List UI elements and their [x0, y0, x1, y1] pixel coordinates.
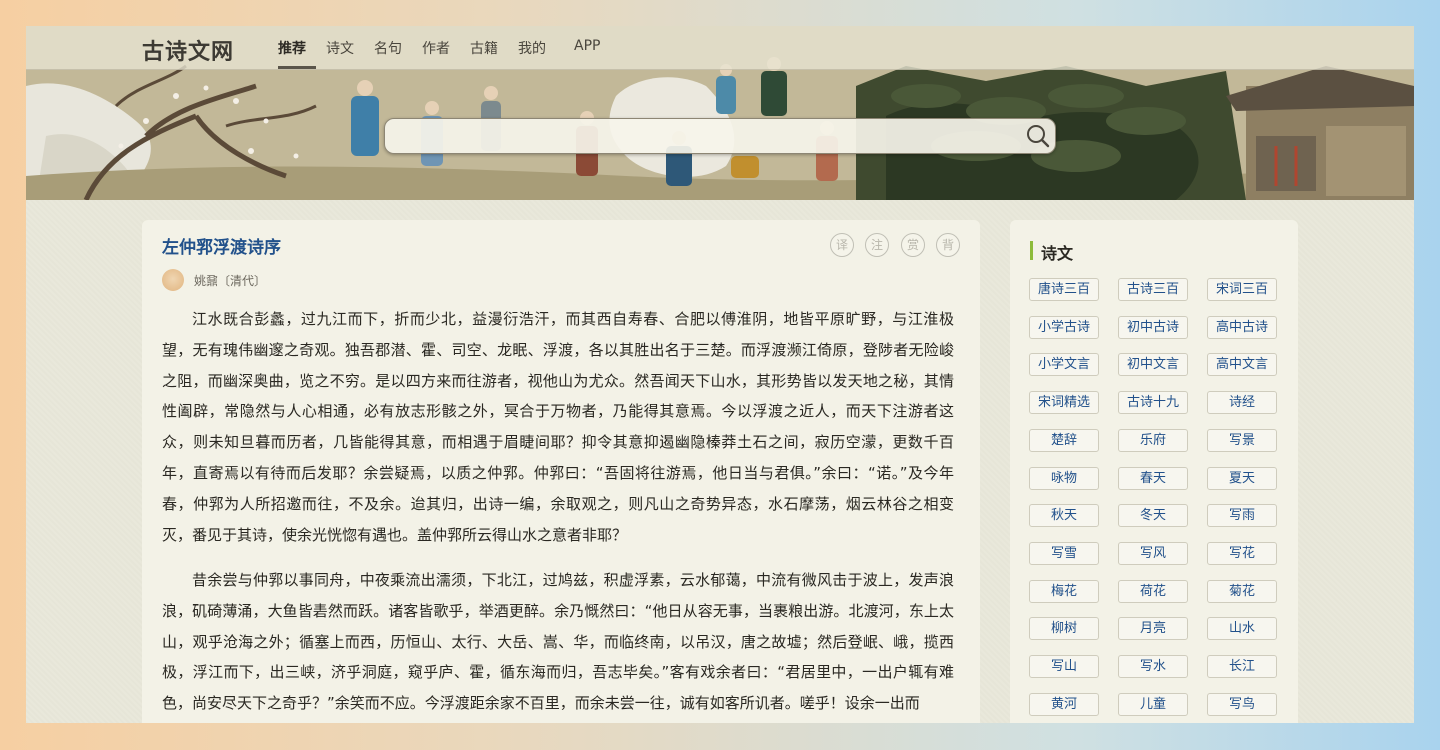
translate-button[interactable]: 译 — [830, 233, 854, 257]
category-tag[interactable]: 儿童 — [1118, 692, 1188, 716]
category-tag[interactable]: 小学文言 — [1029, 353, 1099, 377]
poem-paragraph: 昔余尝与仲郛以事同舟，中夜乘流出濡须，下北江，过鸠兹，积虚浮素，云水郁蔼，中流有… — [162, 571, 954, 713]
category-tag[interactable]: 古诗三百 — [1118, 278, 1188, 301]
category-tag[interactable]: 夏天 — [1207, 466, 1277, 490]
category-tag[interactable]: 黄河 — [1029, 692, 1099, 716]
poem-card: 左仲郛浮渡诗序 译 注 赏 背 姚鼐〔清代〕 江水既合彭蠡，过九江而下，折而少北… — [142, 220, 980, 723]
category-tag[interactable]: 写景 — [1207, 428, 1277, 452]
browser-viewport: 古诗文网 推荐 诗文 名句 作者 古籍 我的 APP 左仲郛浮渡诗序 译 注 赏… — [26, 26, 1414, 723]
category-tag[interactable]: 长江 — [1207, 655, 1277, 678]
category-tag[interactable]: 春天 — [1118, 466, 1188, 490]
nav-item-poems[interactable]: 诗文 — [326, 38, 354, 58]
header-banner: 古诗文网 推荐 诗文 名句 作者 古籍 我的 APP — [26, 26, 1414, 200]
category-tag[interactable]: 写风 — [1118, 541, 1188, 565]
nav-item-ancient-books[interactable]: 古籍 — [470, 38, 498, 58]
search-bar[interactable] — [384, 118, 1056, 154]
category-tag[interactable]: 初中古诗 — [1118, 315, 1188, 339]
recite-button[interactable]: 背 — [936, 233, 960, 257]
category-tag[interactable]: 高中古诗 — [1207, 315, 1277, 339]
author-dynasty[interactable]: 姚鼐〔清代〕 — [194, 272, 266, 289]
nav-item-mine[interactable]: 我的 — [518, 38, 546, 58]
section-title: 诗文 — [1041, 244, 1074, 263]
category-tag[interactable]: 写花 — [1207, 541, 1277, 565]
category-tag[interactable]: 月亮 — [1118, 617, 1188, 641]
category-tag[interactable]: 咏物 — [1029, 466, 1099, 490]
category-tag[interactable]: 唐诗三百 — [1029, 278, 1099, 301]
top-navigation-bar: 古诗文网 推荐 诗文 名句 作者 古籍 我的 APP — [26, 26, 1414, 70]
category-tag[interactable]: 冬天 — [1118, 504, 1188, 528]
category-tag[interactable]: 小学古诗 — [1029, 315, 1099, 339]
category-tag[interactable]: 山水 — [1207, 617, 1277, 641]
nav-item-app[interactable]: APP — [574, 38, 600, 54]
search-input[interactable] — [395, 125, 1019, 149]
appreciate-button[interactable]: 赏 — [901, 233, 925, 257]
category-tag[interactable]: 诗经 — [1207, 391, 1277, 415]
category-tag[interactable]: 写山 — [1029, 655, 1099, 678]
category-tag[interactable]: 写雨 — [1207, 504, 1277, 528]
category-tag[interactable]: 古诗十九 — [1118, 391, 1188, 415]
nav-item-famous-lines[interactable]: 名句 — [374, 38, 402, 58]
category-tag[interactable]: 写雪 — [1029, 541, 1099, 565]
category-tag[interactable]: 楚辞 — [1029, 428, 1099, 452]
category-tag[interactable]: 菊花 — [1207, 579, 1277, 603]
category-tag[interactable]: 宋词精选 — [1029, 391, 1099, 415]
nav-item-authors[interactable]: 作者 — [422, 38, 450, 58]
category-tag[interactable]: 写水 — [1118, 655, 1188, 678]
section-accent-bar — [1030, 241, 1033, 260]
annotate-button[interactable]: 注 — [865, 233, 889, 257]
category-tag[interactable]: 初中文言 — [1118, 353, 1188, 377]
category-tag[interactable]: 梅花 — [1029, 579, 1099, 603]
poem-title[interactable]: 左仲郛浮渡诗序 — [162, 233, 281, 258]
site-logo[interactable]: 古诗文网 — [142, 34, 234, 66]
poem-categories-panel: 诗文 唐诗三百 古诗三百 宋词三百小学古诗 初中古诗 高中古诗小学文言 初中文言 高中文言宋… — [1010, 220, 1298, 723]
category-tag[interactable]: 高中文言 — [1207, 353, 1277, 377]
category-tag[interactable]: 写鸟 — [1207, 692, 1277, 716]
category-tag[interactable]: 乐府 — [1118, 428, 1188, 452]
category-tag[interactable]: 荷花 — [1118, 579, 1188, 603]
category-tag[interactable]: 秋天 — [1029, 504, 1099, 528]
nav-item-recommend[interactable]: 推荐 — [278, 38, 306, 58]
poem-paragraph: 江水既合彭蠡，过九江而下，折而少北，益漫衍浩汗，而其西自寿春、合肥以傅淮阴，地皆… — [162, 310, 954, 544]
search-icon[interactable] — [1025, 123, 1051, 149]
category-tag[interactable]: 宋词三百 — [1207, 278, 1277, 301]
author-avatar[interactable] — [162, 269, 184, 291]
category-tag[interactable]: 柳树 — [1029, 617, 1099, 641]
nav-active-indicator — [278, 66, 316, 69]
